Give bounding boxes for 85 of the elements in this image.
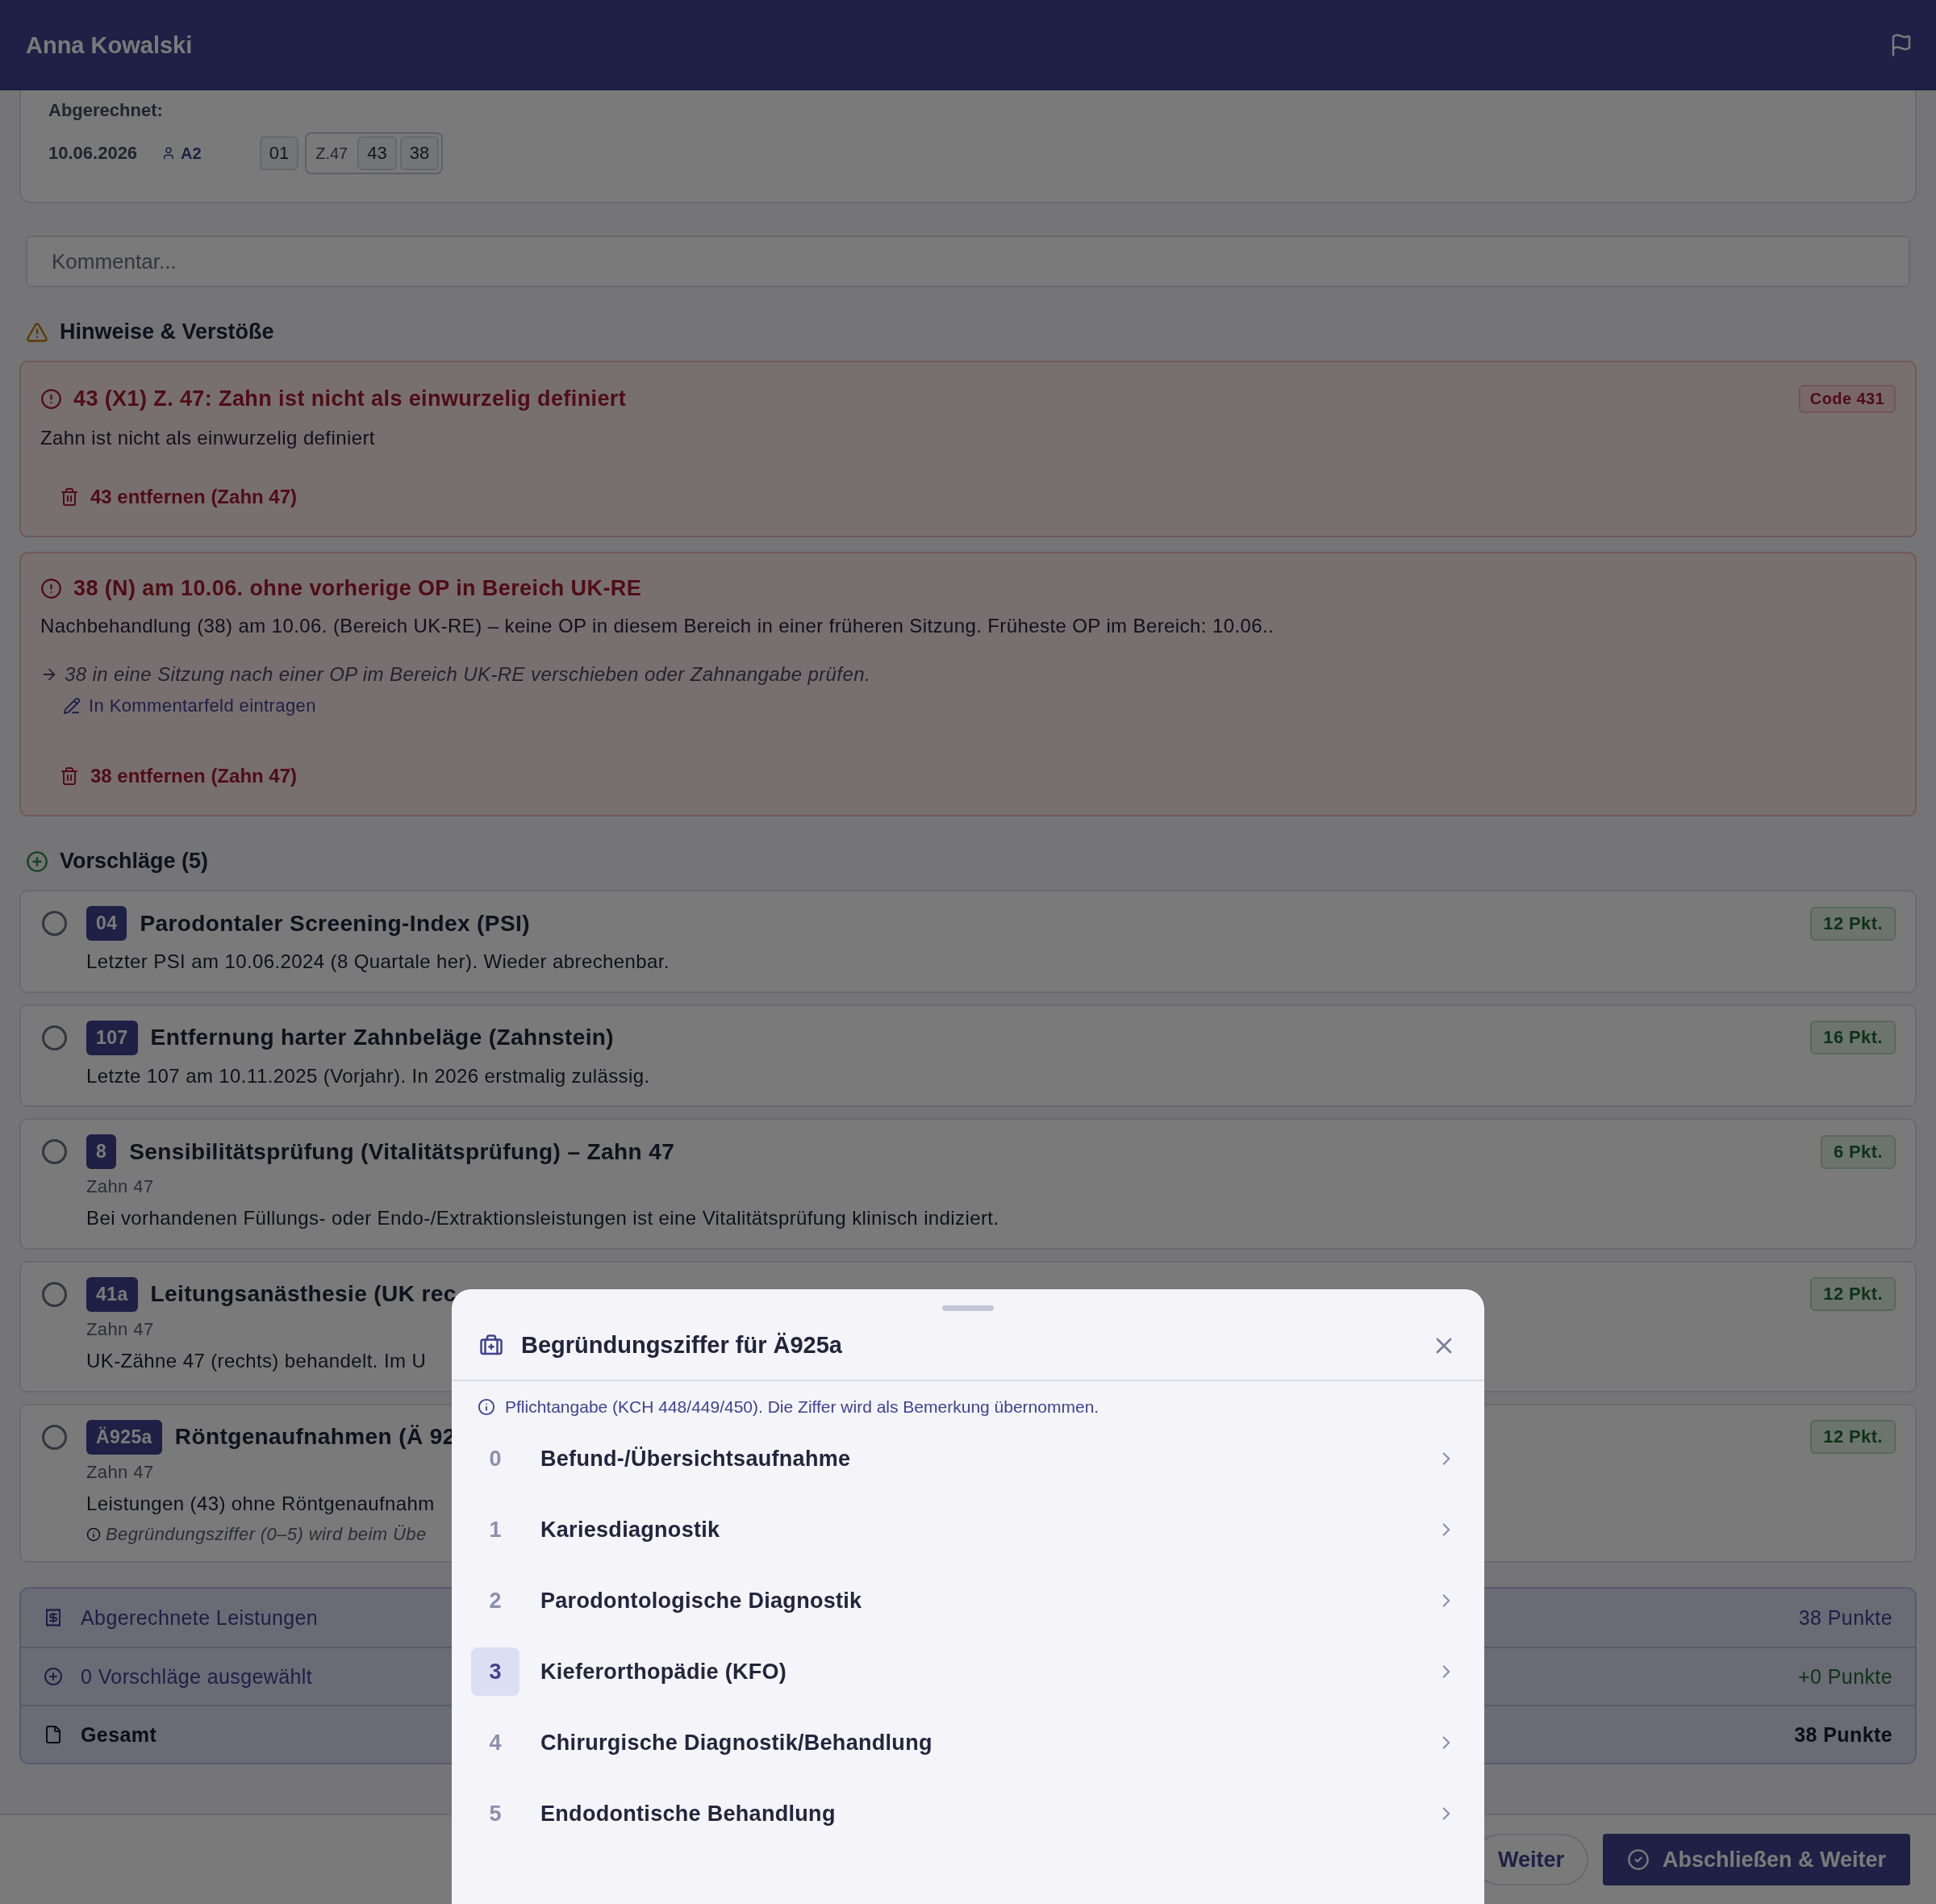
drag-handle[interactable]: [942, 1305, 994, 1311]
suggestion-text: UK-Zähne 47 (rechts) behandelt. Im U: [86, 1348, 427, 1373]
finish-button[interactable]: Abschließen & Weiter: [1602, 1834, 1910, 1885]
billed-label: Abgerechnet:: [48, 100, 164, 121]
suggestion-text: Letzter PSI am 10.06.2024 (8 Quartale her). Wieder abrechenbar.: [86, 950, 670, 975]
summary-label: Abgerechnete Leistungen: [81, 1605, 319, 1630]
tooth-label: Zahn 47: [86, 1461, 154, 1483]
summary-value: 38 Punkte: [1798, 1605, 1892, 1630]
code-badge: 8: [86, 1134, 117, 1170]
check-circle-icon: [1626, 1848, 1650, 1871]
patient-name: Anna Kowalski: [26, 31, 193, 59]
alert-icon: [40, 388, 62, 410]
error-code: Code 431: [1798, 385, 1896, 413]
option-item[interactable]: 1 Kariesdiagnostik: [452, 1494, 1484, 1565]
summary-label: Gesamt: [81, 1722, 157, 1747]
points-badge: 12 Pkt.: [1810, 1277, 1896, 1312]
info-text: Pflichtangabe (KCH 448/449/450). Die Ziffer wird als Bemerkung übernommen.: [505, 1397, 1099, 1417]
user-tag: A2: [161, 144, 202, 163]
radio-button[interactable]: [42, 1281, 67, 1307]
option-item[interactable]: 4 Chirurgische Diagnostik/Behandlung: [452, 1707, 1484, 1778]
option-number: 1: [488, 1516, 503, 1543]
plus-circle-icon: [44, 1667, 63, 1687]
document-icon: [44, 1725, 63, 1745]
alert-icon: [40, 577, 62, 599]
code-badge: Ä925a: [86, 1419, 162, 1455]
option-number: 5: [488, 1800, 503, 1827]
receipt-icon: [44, 1608, 63, 1628]
option-label: Kieferorthopädie (KFO): [540, 1659, 787, 1685]
option-number: 3: [471, 1647, 519, 1696]
option-label: Parodontologische Diagnostik: [540, 1588, 862, 1614]
suggestion-note: Begründungsziffer (0–5) wird beim Übe: [106, 1524, 427, 1546]
summary-label: 0 Vorschläge ausgewählt: [81, 1664, 313, 1689]
option-item[interactable]: 2 Parodontologische Diagnostik: [452, 1565, 1484, 1636]
points-badge: 16 Pkt.: [1810, 1021, 1896, 1055]
radio-button[interactable]: [42, 911, 67, 937]
option-item[interactable]: 3 Kieferorthopädie (KFO): [452, 1636, 1484, 1707]
tooth-label: Zahn 47: [86, 1318, 154, 1340]
error-title: 43 (X1) Z. 47: Zahn ist nicht als einwurzelig definiert: [73, 386, 627, 411]
error-hint: 38 in eine Sitzung nach einer OP im Bereich UK-RE verschieben oder Zahnangabe prüfen.: [65, 663, 870, 687]
trash-icon: [60, 766, 79, 787]
billed-date: 10.06.2026: [48, 143, 138, 164]
radio-button[interactable]: [42, 1424, 67, 1450]
option-item[interactable]: 0 Befund-/Übersichtsaufnahme: [452, 1423, 1484, 1494]
option-label: Chirurgische Diagnostik/Behandlung: [540, 1730, 933, 1756]
warning-icon: [26, 320, 48, 344]
comment-field[interactable]: Kommentar...: [26, 236, 1910, 287]
points-badge: 12 Pkt.: [1810, 1420, 1896, 1455]
section-title: Vorschläge (5): [60, 849, 209, 875]
tooth-label: Zahn 47: [86, 1176, 154, 1198]
plus-circle-icon: [26, 850, 48, 873]
suggestion-title: Entfernung harter Zahnbeläge (Zahnstein): [150, 1025, 615, 1051]
section-title: Hinweise & Verstöße: [60, 319, 274, 344]
points-badge: 12 Pkt.: [1810, 906, 1896, 941]
code-chip: 01: [259, 136, 299, 170]
error-text: Nachbehandlung (38) am 10.06. (Bereich UK-RE) – keine OP in diesem Bereich in einer früheren Sitzung. Früheste OP im Bereich: 10.06..: [40, 613, 1275, 638]
suggestion-text: Leistungen (43) ohne Röntgenaufnahm: [86, 1491, 435, 1516]
code-badge: 04: [86, 906, 127, 942]
suggestion-title: Sensibilitätsprüfung (Vitalitätsprüfung) – Zahn 47: [129, 1138, 675, 1165]
suggestion-title: Parodontaler Screening-Index (PSI): [140, 910, 530, 937]
radio-button[interactable]: [42, 1139, 67, 1165]
error-text: Zahn ist nicht als einwurzelig definiert: [40, 426, 376, 450]
points-badge: 6 Pkt.: [1820, 1134, 1896, 1169]
option-label: Endodontische Behandlung: [540, 1801, 836, 1827]
option-label: Kariesdiagnostik: [540, 1517, 720, 1543]
summary-value: +0 Punkte: [1798, 1664, 1892, 1689]
suggestion-text: Letzte 107 am 10.11.2025 (Vorjahr). In 2026 erstmalig zulässig.: [86, 1063, 650, 1088]
code-chip: 43: [357, 136, 397, 170]
tooth-label: Z.47: [315, 144, 349, 163]
option-number: 2: [488, 1587, 503, 1614]
radio-button[interactable]: [42, 1025, 67, 1050]
error-title: 38 (N) am 10.06. ohne vorherige OP in Bereich UK-RE: [73, 575, 642, 601]
code-chip: 38: [399, 136, 440, 170]
option-label: Befund-/Übersichtsaufnahme: [540, 1446, 851, 1472]
info-icon: [86, 1527, 101, 1543]
code-badge: 41a: [86, 1276, 138, 1312]
sheet-title: Begründungsziffer für Ä925a: [521, 1332, 842, 1359]
info-icon: [478, 1398, 495, 1416]
code-badge: 107: [86, 1020, 138, 1055]
trash-icon: [60, 486, 79, 507]
pencil-lines-icon: [63, 697, 81, 716]
suggestion-title: Leitungsanästhesie (UK rec: [150, 1281, 457, 1308]
option-number: 0: [488, 1445, 503, 1472]
suggestion-text: Bei vorhandenen Füllungs- oder Endo-/Extraktionsleistungen ist eine Vitalitätsprüfung klinisch indiziert.: [86, 1206, 999, 1231]
option-number: 4: [488, 1729, 503, 1756]
summary-value: 38 Punkte: [1794, 1722, 1892, 1747]
